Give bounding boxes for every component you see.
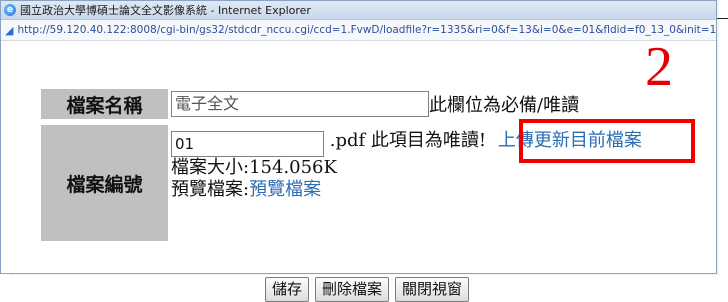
save-button[interactable]: 儲存 [265, 277, 310, 302]
file-name-note: 此欄位為必備/唯讀 [429, 95, 580, 116]
highlight-box [519, 119, 695, 163]
title-bar[interactable]: e 國立政治大學博碩士論文全文影像系統 - Internet Explorer [1, 1, 716, 20]
file-form: 檔案名稱 電子全文 此欄位為必備/唯讀 檔案編號 01 .pdf 此項目為唯讀! … [41, 89, 642, 241]
delete-file-button[interactable]: 刪除檔案 [315, 277, 390, 302]
step-number-annotation: 2 [645, 36, 673, 98]
action-buttons: 儲存 刪除檔案 關閉視窗 [265, 277, 470, 302]
file-name-cell: 電子全文 此欄位為必備/唯讀 [168, 89, 642, 119]
page-icon: ◢ [5, 23, 14, 37]
file-number-field[interactable]: 01 [171, 131, 324, 157]
file-size-value: 154.056K [249, 157, 337, 178]
file-number-label: 檔案編號 [41, 125, 168, 241]
preview-file-link[interactable]: 預覽檔案 [249, 179, 321, 200]
background-page-edge [719, 0, 728, 275]
file-name-field[interactable]: 電子全文 [171, 91, 429, 117]
file-size-label: 檔案大小: [171, 157, 250, 178]
window-title: 國立政治大學博碩士論文全文影像系統 - Internet Explorer [20, 4, 311, 17]
file-name-row: 檔案名稱 電子全文 此欄位為必備/唯讀 [41, 89, 642, 119]
close-window-button[interactable]: 關閉視窗 [395, 277, 470, 302]
url-text[interactable]: http://59.120.40.122:8008/cgi-bin/gs32/s… [17, 24, 716, 36]
internet-explorer-icon: e [4, 4, 16, 16]
address-bar[interactable]: ◢ http://59.120.40.122:8008/cgi-bin/gs32… [1, 20, 716, 41]
file-name-label: 檔案名稱 [41, 89, 168, 119]
preview-line: 預覽檔案:預覽檔案 [171, 179, 642, 201]
file-number-note: .pdf 此項目為唯讀! [329, 130, 487, 151]
preview-label: 預覽檔案: [171, 179, 250, 200]
